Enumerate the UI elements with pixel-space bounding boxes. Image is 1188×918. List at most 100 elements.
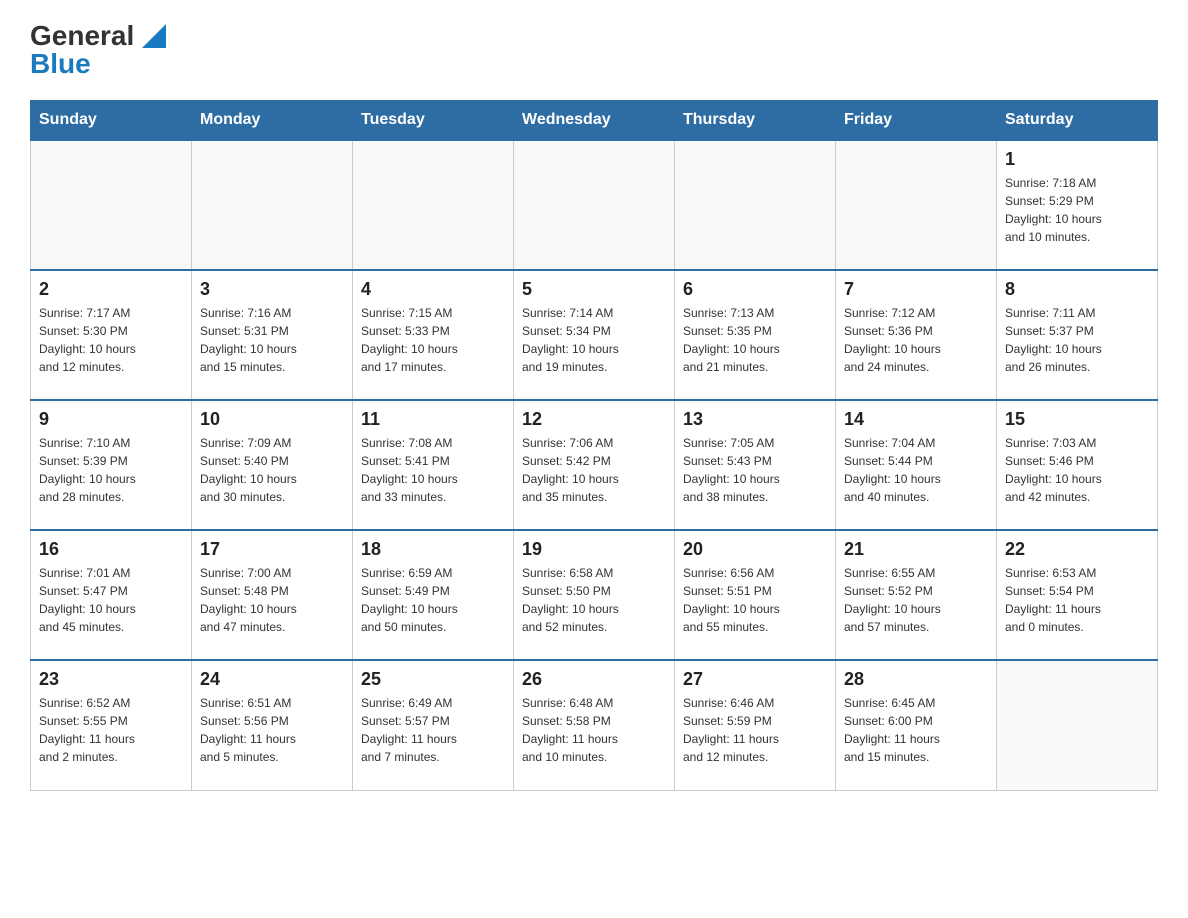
day-number: 4 — [361, 279, 505, 300]
table-row: 28 Sunrise: 6:45 AMSunset: 6:00 PMDayligh… — [836, 660, 997, 790]
day-number: 14 — [844, 409, 988, 430]
day-number: 26 — [522, 669, 666, 690]
table-row: 1 Sunrise: 7:18 AMSunset: 5:29 PMDaylight… — [997, 140, 1158, 270]
calendar-table: Sunday Monday Tuesday Wednesday Thursday… — [30, 100, 1158, 791]
col-wednesday: Wednesday — [514, 101, 675, 141]
col-sunday: Sunday — [31, 101, 192, 141]
day-info: Sunrise: 7:13 AMSunset: 5:35 PMDaylight:… — [683, 304, 827, 376]
day-info: Sunrise: 7:10 AMSunset: 5:39 PMDaylight:… — [39, 434, 183, 506]
col-thursday: Thursday — [675, 101, 836, 141]
table-row: 5 Sunrise: 7:14 AMSunset: 5:34 PMDaylight… — [514, 270, 675, 400]
table-row: 14 Sunrise: 7:04 AMSunset: 5:44 PMDayligh… — [836, 400, 997, 530]
table-row: 23 Sunrise: 6:52 AMSunset: 5:55 PMDayligh… — [31, 660, 192, 790]
table-row: 3 Sunrise: 7:16 AMSunset: 5:31 PMDaylight… — [192, 270, 353, 400]
col-monday: Monday — [192, 101, 353, 141]
day-number: 15 — [1005, 409, 1149, 430]
day-number: 12 — [522, 409, 666, 430]
table-row — [514, 140, 675, 270]
day-info: Sunrise: 7:12 AMSunset: 5:36 PMDaylight:… — [844, 304, 988, 376]
day-number: 11 — [361, 409, 505, 430]
table-row — [836, 140, 997, 270]
day-number: 24 — [200, 669, 344, 690]
day-number: 13 — [683, 409, 827, 430]
day-number: 22 — [1005, 539, 1149, 560]
day-info: Sunrise: 7:08 AMSunset: 5:41 PMDaylight:… — [361, 434, 505, 506]
day-info: Sunrise: 6:45 AMSunset: 6:00 PMDaylight:… — [844, 694, 988, 766]
table-row: 13 Sunrise: 7:05 AMSunset: 5:43 PMDayligh… — [675, 400, 836, 530]
day-number: 1 — [1005, 149, 1149, 170]
calendar-header: Sunday Monday Tuesday Wednesday Thursday… — [31, 101, 1158, 141]
table-row: 18 Sunrise: 6:59 AMSunset: 5:49 PMDayligh… — [353, 530, 514, 660]
table-row: 6 Sunrise: 7:13 AMSunset: 5:35 PMDaylight… — [675, 270, 836, 400]
day-info: Sunrise: 7:11 AMSunset: 5:37 PMDaylight:… — [1005, 304, 1149, 376]
col-tuesday: Tuesday — [353, 101, 514, 141]
day-info: Sunrise: 6:49 AMSunset: 5:57 PMDaylight:… — [361, 694, 505, 766]
table-row: 26 Sunrise: 6:48 AMSunset: 5:58 PMDayligh… — [514, 660, 675, 790]
day-number: 16 — [39, 539, 183, 560]
day-number: 3 — [200, 279, 344, 300]
table-row — [675, 140, 836, 270]
day-info: Sunrise: 7:17 AMSunset: 5:30 PMDaylight:… — [39, 304, 183, 376]
table-row: 11 Sunrise: 7:08 AMSunset: 5:41 PMDayligh… — [353, 400, 514, 530]
day-info: Sunrise: 7:06 AMSunset: 5:42 PMDaylight:… — [522, 434, 666, 506]
day-number: 27 — [683, 669, 827, 690]
day-info: Sunrise: 7:01 AMSunset: 5:47 PMDaylight:… — [39, 564, 183, 636]
day-info: Sunrise: 7:09 AMSunset: 5:40 PMDaylight:… — [200, 434, 344, 506]
day-number: 5 — [522, 279, 666, 300]
table-row: 15 Sunrise: 7:03 AMSunset: 5:46 PMDayligh… — [997, 400, 1158, 530]
day-number: 9 — [39, 409, 183, 430]
calendar-body: 1 Sunrise: 7:18 AMSunset: 5:29 PMDaylight… — [31, 140, 1158, 790]
day-number: 19 — [522, 539, 666, 560]
day-number: 6 — [683, 279, 827, 300]
day-info: Sunrise: 6:48 AMSunset: 5:58 PMDaylight:… — [522, 694, 666, 766]
day-number: 25 — [361, 669, 505, 690]
day-info: Sunrise: 6:53 AMSunset: 5:54 PMDaylight:… — [1005, 564, 1149, 636]
logo-blue-text: Blue — [30, 48, 91, 80]
day-info: Sunrise: 6:55 AMSunset: 5:52 PMDaylight:… — [844, 564, 988, 636]
day-info: Sunrise: 7:18 AMSunset: 5:29 PMDaylight:… — [1005, 174, 1149, 246]
table-row — [192, 140, 353, 270]
day-info: Sunrise: 6:58 AMSunset: 5:50 PMDaylight:… — [522, 564, 666, 636]
day-info: Sunrise: 6:46 AMSunset: 5:59 PMDaylight:… — [683, 694, 827, 766]
day-info: Sunrise: 7:05 AMSunset: 5:43 PMDaylight:… — [683, 434, 827, 506]
table-row: 8 Sunrise: 7:11 AMSunset: 5:37 PMDaylight… — [997, 270, 1158, 400]
day-info: Sunrise: 7:03 AMSunset: 5:46 PMDaylight:… — [1005, 434, 1149, 506]
day-number: 21 — [844, 539, 988, 560]
table-row: 9 Sunrise: 7:10 AMSunset: 5:39 PMDaylight… — [31, 400, 192, 530]
col-saturday: Saturday — [997, 101, 1158, 141]
table-row: 7 Sunrise: 7:12 AMSunset: 5:36 PMDaylight… — [836, 270, 997, 400]
table-row: 24 Sunrise: 6:51 AMSunset: 5:56 PMDayligh… — [192, 660, 353, 790]
day-number: 2 — [39, 279, 183, 300]
day-number: 20 — [683, 539, 827, 560]
table-row: 17 Sunrise: 7:00 AMSunset: 5:48 PMDayligh… — [192, 530, 353, 660]
day-info: Sunrise: 6:51 AMSunset: 5:56 PMDaylight:… — [200, 694, 344, 766]
day-info: Sunrise: 7:16 AMSunset: 5:31 PMDaylight:… — [200, 304, 344, 376]
table-row — [31, 140, 192, 270]
day-info: Sunrise: 7:00 AMSunset: 5:48 PMDaylight:… — [200, 564, 344, 636]
day-info: Sunrise: 6:52 AMSunset: 5:55 PMDaylight:… — [39, 694, 183, 766]
day-info: Sunrise: 7:04 AMSunset: 5:44 PMDaylight:… — [844, 434, 988, 506]
day-info: Sunrise: 6:56 AMSunset: 5:51 PMDaylight:… — [683, 564, 827, 636]
col-friday: Friday — [836, 101, 997, 141]
day-number: 18 — [361, 539, 505, 560]
day-number: 8 — [1005, 279, 1149, 300]
table-row: 4Sunrise: 7:15 AMSunset: 5:33 PMDaylight… — [353, 270, 514, 400]
day-number: 7 — [844, 279, 988, 300]
table-row — [353, 140, 514, 270]
day-info: Sunrise: 6:59 AMSunset: 5:49 PMDaylight:… — [361, 564, 505, 636]
logo: General Blue — [30, 20, 170, 80]
table-row: 2 Sunrise: 7:17 AMSunset: 5:30 PMDaylight… — [31, 270, 192, 400]
table-row: 19 Sunrise: 6:58 AMSunset: 5:50 PMDayligh… — [514, 530, 675, 660]
day-number: 10 — [200, 409, 344, 430]
day-info: Sunrise: 7:14 AMSunset: 5:34 PMDaylight:… — [522, 304, 666, 376]
day-number: 17 — [200, 539, 344, 560]
day-number: 28 — [844, 669, 988, 690]
table-row: 22 Sunrise: 6:53 AMSunset: 5:54 PMDayligh… — [997, 530, 1158, 660]
table-row: 21 Sunrise: 6:55 AMSunset: 5:52 PMDayligh… — [836, 530, 997, 660]
day-number: 23 — [39, 669, 183, 690]
table-row: 20 Sunrise: 6:56 AMSunset: 5:51 PMDayligh… — [675, 530, 836, 660]
table-row: 16 Sunrise: 7:01 AMSunset: 5:47 PMDayligh… — [31, 530, 192, 660]
header: General Blue — [30, 20, 1158, 80]
table-row: 27 Sunrise: 6:46 AMSunset: 5:59 PMDayligh… — [675, 660, 836, 790]
table-row: 25 Sunrise: 6:49 AMSunset: 5:57 PMDayligh… — [353, 660, 514, 790]
